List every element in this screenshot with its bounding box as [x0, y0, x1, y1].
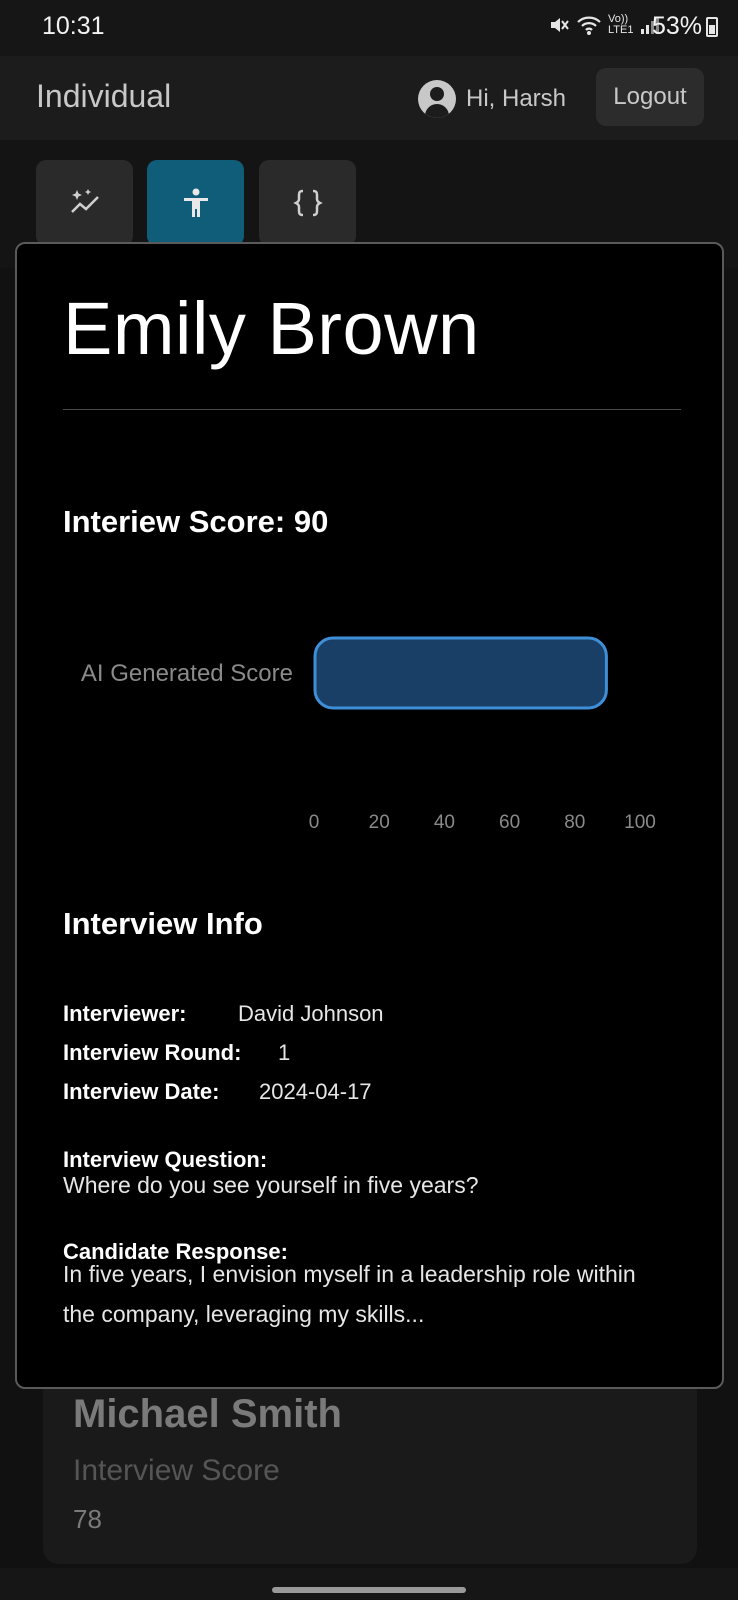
score-value: 78	[73, 1504, 102, 1534]
interviewer-label: Interviewer:	[63, 1001, 187, 1026]
score-chart-svg: AI Generated Score 0 20 40 60 80 100	[81, 636, 656, 833]
date-value: 2024-04-17	[259, 1079, 372, 1104]
network-label: Vo)) LTE1	[608, 13, 634, 36]
greeting-text: Hi, Harsh	[466, 85, 567, 112]
interview-date-row: Interview Date: 2024-04-17	[63, 1079, 372, 1105]
status-time: 10:31	[42, 12, 105, 40]
interviewer-row: Interviewer: David Johnson	[63, 1001, 384, 1027]
chart-x-tick-label: 60	[499, 812, 520, 833]
app-header: Individual Hi, Harsh Logout	[0, 56, 738, 140]
analytics-tab-button[interactable]	[36, 160, 133, 246]
date-label: Interview Date:	[63, 1079, 220, 1104]
page-title: Individual	[36, 78, 172, 114]
score-chart: AI Generated Score 0 20 40 60 80 100	[17, 614, 722, 1104]
curly-braces-icon	[292, 189, 323, 217]
chart-bar	[313, 636, 608, 710]
round-value: 1	[278, 1040, 291, 1065]
interviewer-value: David Johnson	[238, 1001, 384, 1026]
person-accessibility-icon	[183, 188, 208, 217]
divider	[63, 409, 681, 410]
status-bar: 10:31 Vo)) LTE1 53%	[0, 0, 738, 56]
candidate-name: Michael Smith	[73, 1392, 342, 1436]
system-nav-bar	[0, 1568, 738, 1600]
sparkle-chart-icon	[70, 189, 99, 213]
chart-x-tick-label: 80	[564, 812, 585, 833]
battery-percent: 53%	[651, 12, 702, 40]
wifi-icon	[577, 16, 601, 35]
question-text: Where do you see yourself in five years?	[63, 1172, 479, 1198]
chart-category-label: AI Generated Score	[81, 660, 293, 687]
response-text: In five years, I envision myself in a le…	[63, 1261, 636, 1327]
candidate-detail-modal: Emily Brown Interiew Score: 90 AI Genera…	[15, 242, 724, 1389]
interview-score-title: Interiew Score: 90	[63, 504, 329, 539]
individual-tab-button[interactable]	[147, 160, 244, 246]
status-icons: Vo)) LTE1	[548, 14, 660, 36]
candidate-name-heading: Emily Brown	[63, 287, 480, 370]
interview-round-row: Interview Round: 1	[63, 1040, 290, 1066]
chart-x-tick-label: 0	[309, 812, 320, 833]
round-label: Interview Round:	[63, 1040, 242, 1065]
chart-x-tick-label: 40	[434, 812, 455, 833]
user-greeting: Hi, Harsh	[418, 80, 566, 118]
battery-icon	[706, 16, 718, 37]
home-gesture-handle[interactable]	[272, 1587, 466, 1593]
chart-x-tick-label: 100	[624, 812, 656, 833]
interview-info-title: Interview Info	[63, 906, 263, 941]
score-label: Interview Score	[73, 1454, 280, 1487]
logout-button[interactable]: Logout	[596, 68, 704, 126]
chart-x-tick-label: 20	[369, 812, 390, 833]
battery-indicator: 53%	[652, 12, 718, 41]
user-avatar-icon	[418, 80, 456, 118]
json-tab-button[interactable]	[259, 160, 356, 246]
mute-icon	[551, 18, 569, 32]
